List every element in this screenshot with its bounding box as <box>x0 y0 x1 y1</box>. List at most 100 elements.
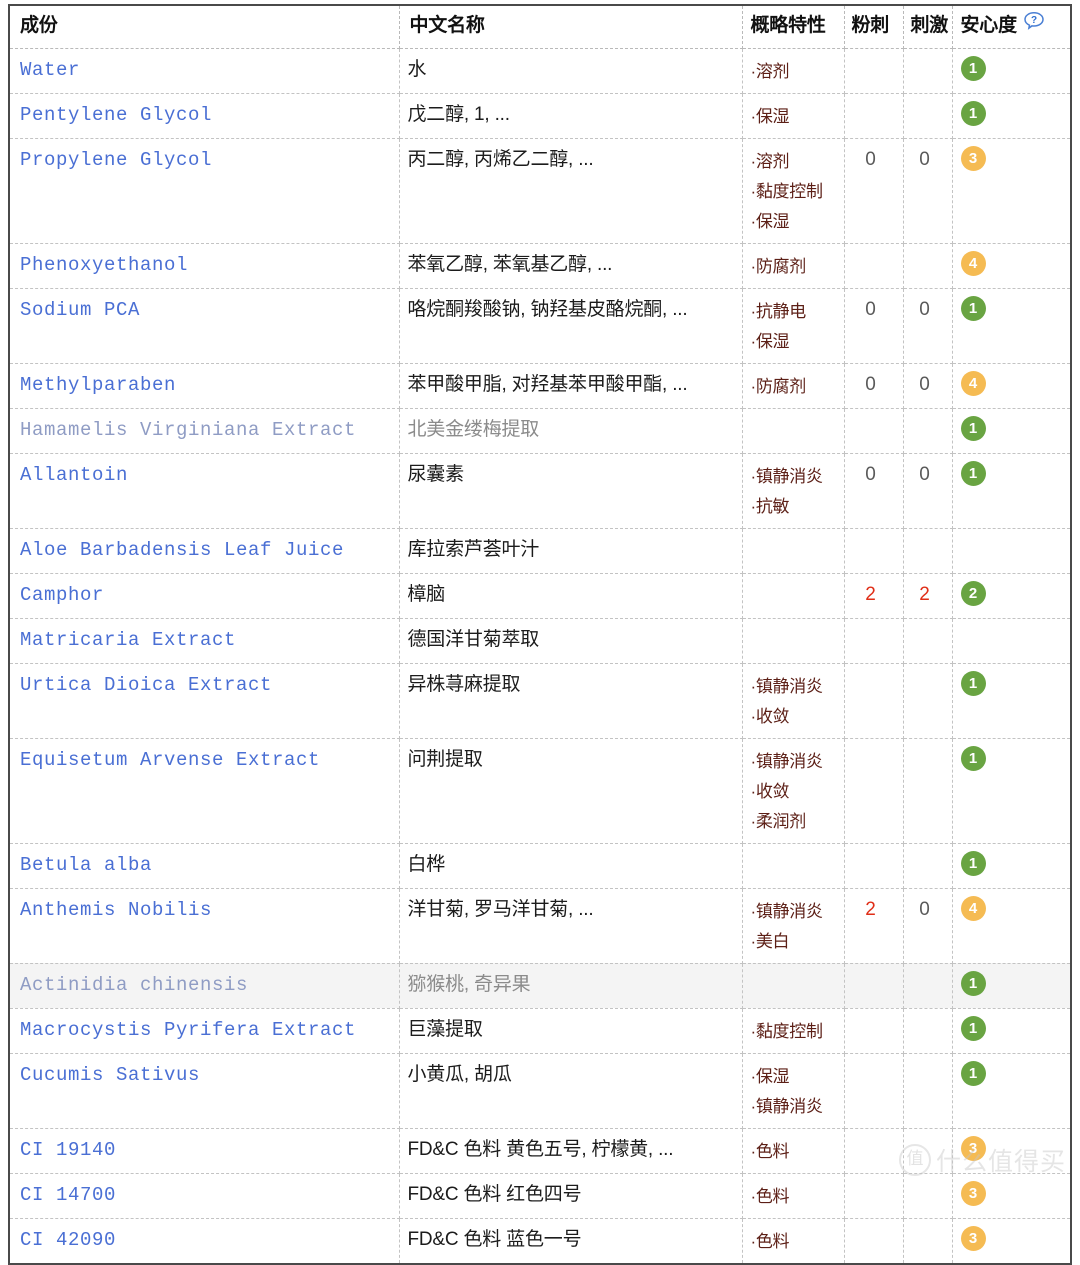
table-row[interactable]: CI 19140 FD&C 色料 黄色五号, 柠檬黄, ... ·色料 3 <box>10 1128 1070 1174</box>
ingredient-name-link[interactable]: Equisetum Arvense Extract <box>10 739 399 779</box>
cell-acne-score <box>844 1173 904 1219</box>
safety-badge: 1 <box>960 1060 986 1086</box>
table-row[interactable]: Actinidia chinensis 猕猴桃, 奇异果 1 <box>10 963 1070 1009</box>
table-row[interactable]: Equisetum Arvense Extract 问荆提取 ·镇静消炎 ·收敛 ·柔润… <box>10 738 1070 844</box>
table-row[interactable]: Aloe Barbadensis Leaf Juice 库拉索芦荟叶汁 <box>10 528 1071 574</box>
ingredient-name-link[interactable]: Anthemis Nobilis <box>10 889 399 929</box>
cell-irritation-score <box>903 963 953 1009</box>
column-header-irritation[interactable]: 刺激 <box>903 6 953 49</box>
column-header-name[interactable]: 成份 <box>10 6 400 49</box>
ingredient-name-link[interactable]: Propylene Glycol <box>10 139 399 179</box>
feature-item: ·溶剂 <box>750 151 790 171</box>
ingredient-name-link[interactable]: CI 14700 <box>10 1174 399 1214</box>
cell-safety-score: 1 <box>952 453 1070 529</box>
column-header-features[interactable]: 概略特性 <box>742 6 845 49</box>
table-row[interactable]: Anthemis Nobilis 洋甘菊, 罗马洋甘菊, ... ·镇静消炎 ·美白 2… <box>10 888 1070 964</box>
safety-badge-wrap <box>953 529 1071 568</box>
column-header-chinese-name[interactable]: 中文名称 <box>399 6 743 49</box>
ingredient-name-link[interactable]: Matricaria Extract <box>10 619 399 659</box>
feature-item: ·镇静消炎 <box>750 1096 823 1116</box>
table-row[interactable]: Cucumis Sativus 小黄瓜, 胡瓜 ·保湿 ·镇静消炎 1 <box>10 1053 1070 1129</box>
cell-acne-score: 2 <box>844 573 904 619</box>
safety-badge: 1 <box>960 460 986 486</box>
table-row[interactable]: Propylene Glycol 丙二醇, 丙烯乙二醇, ... ·溶剂 ·黏度控制 ·… <box>10 138 1070 244</box>
cell-chinese-name: FD&C 色料 红色四号 <box>399 1173 743 1219</box>
cell-ingredient-name: Cucumis Sativus <box>10 1053 400 1129</box>
cell-irritation-score <box>903 618 953 664</box>
feature-item: ·色料 <box>750 1186 790 1206</box>
table-row[interactable]: Pentylene Glycol 戊二醇, 1, ... ·保湿 1 <box>10 93 1070 139</box>
ingredient-name-link[interactable]: Macrocystis Pyrifera Extract <box>10 1009 399 1049</box>
cell-irritation-score: 0 <box>903 288 953 364</box>
feature-item: ·收敛 <box>750 781 790 801</box>
cell-acne-score <box>844 618 904 664</box>
table-row[interactable]: Methylparaben 苯甲酸甲脂, 对羟基苯甲酸甲酯, ... ·防腐剂 0 0 4 <box>10 363 1070 409</box>
cell-ingredient-name: Methylparaben <box>10 363 400 409</box>
safety-badge: 1 <box>960 415 986 441</box>
features-list: ·保湿 <box>743 94 844 138</box>
table-body: Water 水 ·溶剂 1 Pentylene Glycol 戊二醇, 1, ... ·保湿… <box>10 48 1070 1263</box>
cell-safety-score: 4 <box>952 888 1070 964</box>
cell-ingredient-name: Phenoxyethanol <box>10 243 400 289</box>
ingredient-name-link[interactable]: Allantoin <box>10 454 399 494</box>
chinese-name-text: 北美金缕梅提取 <box>407 418 540 440</box>
irritation-score-value: 0 <box>919 373 930 395</box>
ingredient-name-link[interactable]: Actinidia chinensis <box>10 964 399 1004</box>
features-list: ·镇静消炎 ·收敛 ·柔润剂 <box>743 739 844 843</box>
chinese-name-text: 异株荨麻提取 <box>407 673 521 695</box>
column-header-safety[interactable]: 安心度? <box>952 6 1070 49</box>
irritation-score-value: 2 <box>919 583 930 605</box>
table-row[interactable]: Hamamelis Virginiana Extract 北美金缕梅提取 1 <box>10 408 1070 454</box>
ingredient-name-link[interactable]: Phenoxyethanol <box>10 244 399 284</box>
cell-safety-score: 1 <box>952 288 1070 364</box>
table-row[interactable]: Matricaria Extract 德国洋甘菊萃取 <box>10 618 1070 664</box>
cell-features: ·镇静消炎 ·收敛 <box>742 663 845 739</box>
features-list <box>743 574 844 618</box>
table-row[interactable]: Phenoxyethanol 苯氧乙醇, 苯氧基乙醇, ... ·防腐剂 4 <box>10 243 1070 289</box>
table-row[interactable]: Allantoin 尿囊素 ·镇静消炎 ·抗敏 0 0 1 <box>10 453 1070 529</box>
ingredient-name-link[interactable]: Sodium PCA <box>10 289 399 329</box>
table-row[interactable]: CI 42090 FD&C 色料 蓝色一号 ·色料 3 <box>10 1218 1070 1263</box>
table-row[interactable]: Camphor 樟脑 2 2 2 <box>10 573 1070 619</box>
feature-item: ·抗静电 <box>750 301 807 321</box>
ingredient-name-link[interactable]: CI 42090 <box>10 1219 399 1259</box>
ingredient-name-link[interactable]: Cucumis Sativus <box>10 1054 399 1094</box>
question-bubble-icon[interactable]: ? <box>1023 11 1045 39</box>
features-list: ·溶剂 ·黏度控制 ·保湿 <box>743 139 844 243</box>
column-header-acne[interactable]: 粉刺 <box>844 6 904 49</box>
chinese-name-text: 巨藻提取 <box>407 1018 483 1040</box>
ingredient-name-link[interactable]: CI 19140 <box>10 1129 399 1169</box>
features-list: ·镇静消炎 ·美白 <box>743 889 844 963</box>
cell-chinese-name: FD&C 色料 蓝色一号 <box>399 1218 743 1263</box>
cell-ingredient-name: Equisetum Arvense Extract <box>10 738 400 844</box>
cell-features: ·溶剂 <box>742 48 845 94</box>
ingredient-name-link[interactable]: Water <box>10 49 399 89</box>
safety-badge: 1 <box>960 850 986 876</box>
table-row[interactable]: Urtica Dioica Extract 异株荨麻提取 ·镇静消炎 ·收敛 1 <box>10 663 1070 739</box>
table-row[interactable]: CI 14700 FD&C 色料 红色四号 ·色料 3 <box>10 1173 1070 1219</box>
cell-irritation-score <box>903 1053 953 1129</box>
ingredient-name-link[interactable]: Betula alba <box>10 844 399 884</box>
irritation-score-value <box>904 844 952 858</box>
chinese-name-text: 苯氧乙醇, 苯氧基乙醇, ... <box>407 253 613 275</box>
table-row[interactable]: Water 水 ·溶剂 1 <box>10 48 1070 94</box>
ingredient-name-link[interactable]: Aloe Barbadensis Leaf Juice <box>10 529 399 569</box>
table-row[interactable]: Macrocystis Pyrifera Extract 巨藻提取 ·黏度控制 1 <box>10 1008 1070 1054</box>
features-list: ·防腐剂 <box>743 244 844 288</box>
cell-ingredient-name: Camphor <box>10 573 400 619</box>
chinese-name-text: 洋甘菊, 罗马洋甘菊, ... <box>407 898 594 920</box>
chinese-name-text: FD&C 色料 黄色五号, 柠檬黄, ... <box>407 1138 674 1160</box>
cell-safety-score: 1 <box>952 663 1070 739</box>
ingredient-name-link[interactable]: Urtica Dioica Extract <box>10 664 399 704</box>
irritation-score-value <box>904 739 952 753</box>
ingredient-name-link[interactable]: Methylparaben <box>10 364 399 404</box>
ingredient-name-link[interactable]: Pentylene Glycol <box>10 94 399 134</box>
ingredient-name-link[interactable]: Hamamelis Virginiana Extract <box>10 409 399 449</box>
feature-item: ·黏度控制 <box>750 1021 823 1041</box>
safety-badge: 4 <box>960 250 986 276</box>
table-row[interactable]: Betula alba 白桦 1 <box>10 843 1070 889</box>
cell-safety-score: 1 <box>952 1053 1070 1129</box>
table-row[interactable]: Sodium PCA 咯烷酮羧酸钠, 钠羟基皮酪烷酮, ... ·抗静电 ·保湿 0 0 1 <box>10 288 1070 364</box>
ingredient-name-link[interactable]: Camphor <box>10 574 399 614</box>
cell-safety-score: 1 <box>952 408 1070 454</box>
